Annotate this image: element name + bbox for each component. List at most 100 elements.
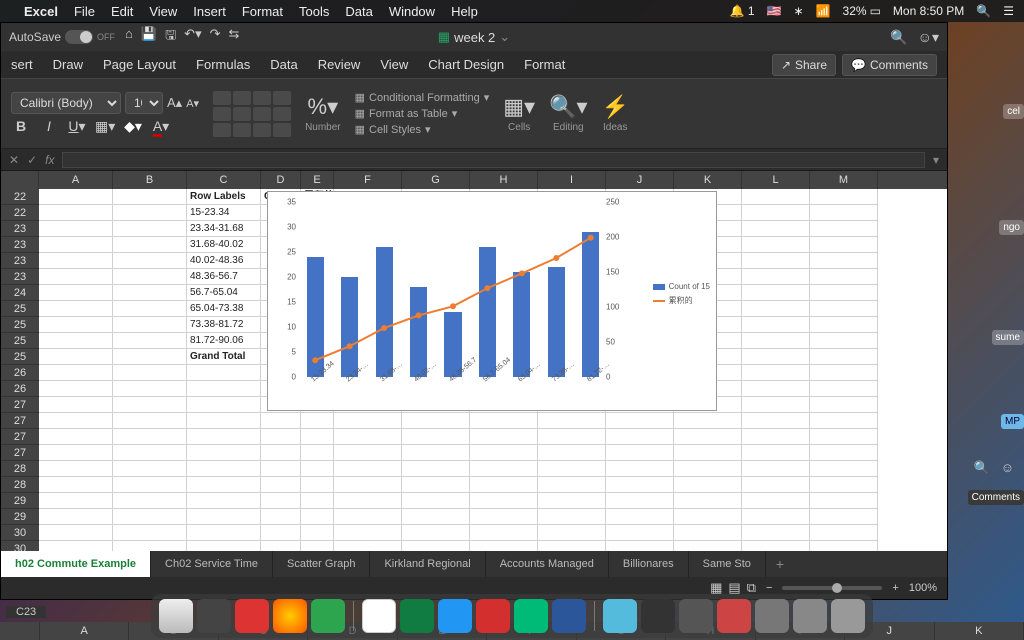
dock-wechat-icon[interactable] xyxy=(311,599,345,633)
zoom-out-button[interactable]: − xyxy=(766,582,772,594)
dock-trash-icon[interactable] xyxy=(831,599,865,633)
fx-label[interactable]: fx xyxy=(45,153,54,167)
menu-data[interactable]: Data xyxy=(345,4,372,19)
row-header[interactable]: 30 xyxy=(1,541,39,551)
col-header[interactable]: J xyxy=(606,171,674,189)
formula-input[interactable] xyxy=(62,152,925,168)
row-header[interactable]: 25 xyxy=(1,317,39,333)
sheet-tab[interactable]: Same Sto xyxy=(689,551,766,577)
col-header[interactable]: D xyxy=(261,171,301,189)
font-color-button[interactable]: A▾ xyxy=(151,118,171,135)
col-header[interactable]: C xyxy=(187,171,261,189)
tab-page-layout[interactable]: Page Layout xyxy=(103,57,176,72)
menu-insert[interactable]: Insert xyxy=(193,4,226,19)
row-header[interactable]: 28 xyxy=(1,461,39,477)
dock-app-icon[interactable] xyxy=(793,599,827,633)
col-header[interactable]: K xyxy=(674,171,742,189)
row-header[interactable]: 27 xyxy=(1,397,39,413)
confirm-icon[interactable]: ✓ xyxy=(27,153,37,167)
row-header[interactable]: 26 xyxy=(1,365,39,381)
sheet-tab-active[interactable]: h02 Commute Example xyxy=(1,551,151,577)
dock-app-icon[interactable] xyxy=(717,599,751,633)
status-battery[interactable]: 32% ▭ xyxy=(843,4,881,18)
conditional-formatting-button[interactable]: ▦ Conditional Formatting ▾ xyxy=(355,91,490,104)
dock-messages-icon[interactable] xyxy=(438,599,472,633)
tab-draw[interactable]: Draw xyxy=(53,57,83,72)
row-header[interactable]: 27 xyxy=(1,429,39,445)
menu-file[interactable]: File xyxy=(74,4,95,19)
menu-view[interactable]: View xyxy=(149,4,177,19)
dock-app-icon[interactable] xyxy=(641,599,675,633)
document-title[interactable]: ▦ week 2 ⌄ xyxy=(438,29,510,45)
dock-launchpad-icon[interactable] xyxy=(197,599,231,633)
sheet-tab[interactable]: Accounts Managed xyxy=(486,551,609,577)
dock-app-icon[interactable] xyxy=(235,599,269,633)
fill-color-button[interactable]: ◆▾ xyxy=(123,118,143,135)
autosave-toggle[interactable]: AutoSave OFF xyxy=(9,30,115,44)
row-header[interactable]: 27 xyxy=(1,413,39,429)
row-header[interactable]: 24 xyxy=(1,285,39,301)
save-alt-icon[interactable]: 🖫 xyxy=(165,26,176,48)
col-header[interactable]: A xyxy=(39,171,113,189)
share-button[interactable]: ↗ Share xyxy=(772,54,836,76)
menu-tools[interactable]: Tools xyxy=(299,4,329,19)
row-header[interactable]: 23 xyxy=(1,221,39,237)
col-header[interactable]: F xyxy=(334,171,402,189)
underline-button[interactable]: U▾ xyxy=(67,118,87,135)
col-header[interactable]: E xyxy=(301,171,334,189)
embedded-chart[interactable]: 05101520253035 050100150200250 15-23.342… xyxy=(267,191,717,411)
editing-group[interactable]: 🔍▾ Editing xyxy=(549,94,587,133)
status-bluetooth-icon[interactable]: ∗ xyxy=(794,4,804,18)
select-all-corner[interactable] xyxy=(1,171,39,189)
shrink-font-icon[interactable]: A▾ xyxy=(186,97,199,110)
row-header[interactable]: 25 xyxy=(1,301,39,317)
ideas-button[interactable]: ⚡ Ideas xyxy=(602,94,629,133)
font-size-select[interactable]: 10 xyxy=(125,92,163,114)
side-search-icon[interactable]: 🔍 ☺ xyxy=(970,458,1018,478)
grow-font-icon[interactable]: A▴ xyxy=(167,95,182,111)
row-header[interactable]: 30 xyxy=(1,525,39,541)
format-as-table-button[interactable]: ▦ Format as Table ▾ xyxy=(355,107,490,120)
dock-finder-icon[interactable] xyxy=(159,599,193,633)
zoom-slider[interactable] xyxy=(782,586,882,590)
menu-edit[interactable]: Edit xyxy=(111,4,133,19)
tab-format[interactable]: Format xyxy=(524,57,565,72)
tab-formulas[interactable]: Formulas xyxy=(196,57,250,72)
row-header[interactable]: 23 xyxy=(1,237,39,253)
zoom-level[interactable]: 100% xyxy=(909,582,937,594)
cell-styles-button[interactable]: ▦ Cell Styles ▾ xyxy=(355,123,490,136)
dock-photos-icon[interactable] xyxy=(273,599,307,633)
menu-help[interactable]: Help xyxy=(451,4,478,19)
dock-excel-icon[interactable] xyxy=(400,599,434,633)
col-header[interactable]: B xyxy=(113,171,187,189)
sheet-tab[interactable]: Ch02 Service Time xyxy=(151,551,273,577)
row-header[interactable]: 22 xyxy=(1,205,39,221)
tab-insert[interactable]: sert xyxy=(11,57,33,72)
col-header[interactable]: G xyxy=(402,171,470,189)
sheet-tab[interactable]: Kirkland Regional xyxy=(370,551,485,577)
dock-word-icon[interactable] xyxy=(552,599,586,633)
number-group[interactable]: %▾ Number xyxy=(305,94,341,133)
formula-dropdown-icon[interactable]: ▾ xyxy=(933,153,939,167)
dock-app-icon[interactable] xyxy=(603,599,637,633)
spotlight-icon[interactable]: 🔍 xyxy=(976,4,991,18)
save-icon[interactable]: 💾 xyxy=(141,26,157,48)
border-button[interactable]: ▦▾ xyxy=(95,118,115,135)
alignment-group[interactable] xyxy=(213,91,291,137)
dock-app-icon[interactable] xyxy=(755,599,789,633)
comments-button[interactable]: 💬 Comments xyxy=(842,54,937,76)
bold-button[interactable]: B xyxy=(11,118,31,135)
row-header[interactable]: 29 xyxy=(1,509,39,525)
control-center-icon[interactable]: ☰ xyxy=(1003,4,1014,18)
status-wechat-icon[interactable]: 🔔 1 xyxy=(730,4,755,18)
row-header[interactable]: 28 xyxy=(1,477,39,493)
dock-app-icon[interactable] xyxy=(514,599,548,633)
undo-icon[interactable]: ↶▾ xyxy=(184,26,201,48)
dock-chrome-icon[interactable] xyxy=(362,599,396,633)
smile-feedback-icon[interactable]: ☺▾ xyxy=(918,29,939,46)
dock-mail-icon[interactable] xyxy=(476,599,510,633)
zoom-in-button[interactable]: + xyxy=(892,582,898,594)
row-header[interactable]: 26 xyxy=(1,381,39,397)
row-header[interactable]: 29 xyxy=(1,493,39,509)
font-name-select[interactable]: Calibri (Body) xyxy=(11,92,121,114)
